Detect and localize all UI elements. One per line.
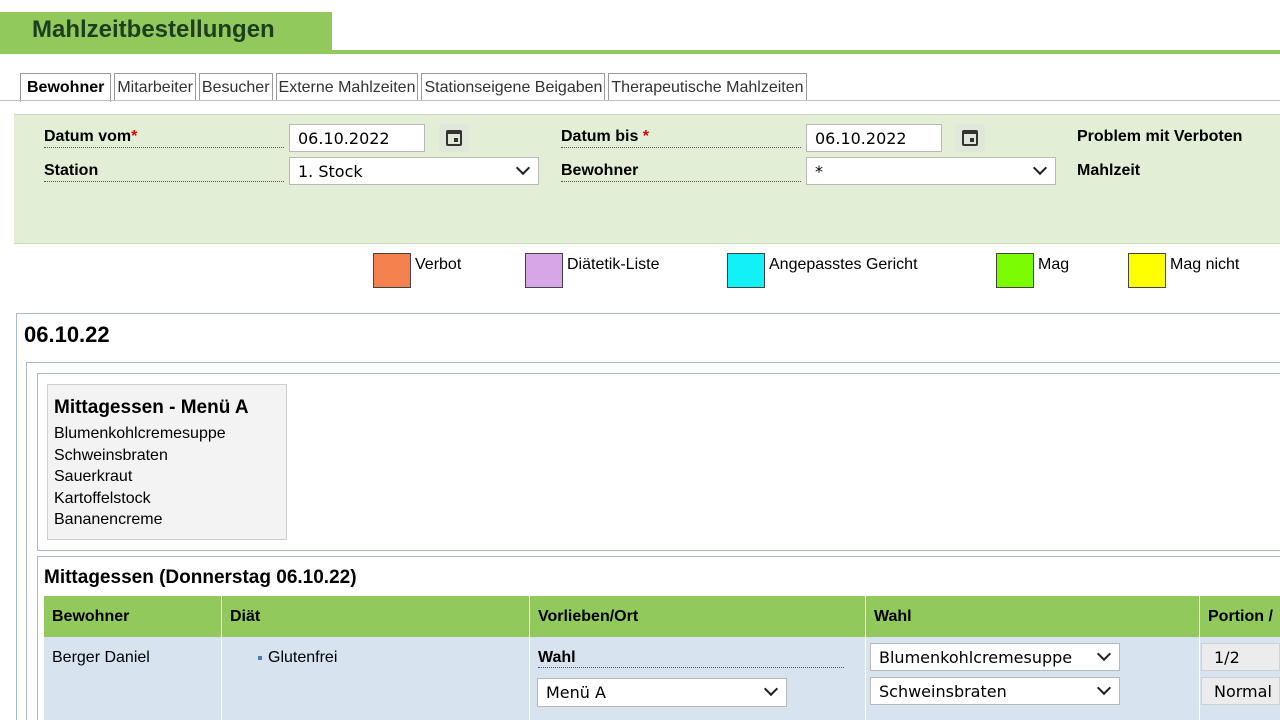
date-from-input[interactable]: 06.10.2022	[289, 124, 425, 152]
date-heading: 06.10.22	[24, 322, 110, 347]
choice-select-1[interactable]: Blumenkohlcremesuppe	[870, 643, 1120, 671]
legend-label: Angepasstes Gericht	[769, 256, 918, 273]
tab-bewohner[interactable]: Bewohner	[20, 73, 112, 102]
menu-card: Mittagessen - Menü A Blumenkohlcremesupp…	[47, 384, 287, 540]
legend-label: Diätetik-Liste	[567, 256, 660, 273]
menu-item: Blumenkohlcremesuppe	[54, 425, 226, 442]
date-to-label: Datum bis *	[561, 128, 801, 148]
tab-besucher[interactable]: Besucher	[198, 73, 273, 100]
choice-select-2[interactable]: Schweinsbraten	[870, 677, 1120, 705]
legend-swatch	[1128, 253, 1166, 288]
tab-externe-mahlzeiten[interactable]: Externe Mahlzeiten	[275, 73, 419, 100]
menu-card-title: Mittagessen - Menü A	[54, 397, 249, 418]
column-header-portion[interactable]: Portion /	[1200, 596, 1280, 637]
resident-name: Berger Daniel	[52, 649, 150, 666]
choice-select-value: Schweinsbraten	[879, 682, 1007, 701]
chevron-down-icon	[1096, 646, 1112, 662]
station-label: Station	[44, 162, 284, 182]
preference-select[interactable]: Menü A	[537, 678, 787, 707]
station-select[interactable]: 1. Stock	[289, 157, 539, 185]
calendar-icon	[962, 130, 978, 146]
page-title-tab: Mahlzeitbestellungen	[0, 12, 332, 54]
preference-select-value: Menü A	[546, 683, 606, 702]
title-underline	[332, 50, 1280, 54]
portion-button-2[interactable]: Normal	[1201, 677, 1280, 705]
station-select-value: 1. Stock	[298, 162, 363, 181]
legend-diaetetik: Diätetik-Liste	[525, 253, 659, 288]
legend-swatch	[373, 253, 411, 288]
portion-button-1[interactable]: 1/2	[1201, 643, 1280, 671]
chevron-down-icon	[515, 160, 531, 176]
menu-item: Bananencreme	[54, 511, 163, 528]
chevron-down-icon	[763, 681, 779, 697]
legend-label: Mag nicht	[1170, 256, 1240, 273]
legend-verbot: Verbot	[373, 253, 461, 288]
problem-label: Problem mit Verboten	[1077, 128, 1243, 145]
menu-item: Schweinsbraten	[54, 446, 168, 464]
chevron-down-icon	[1096, 680, 1112, 696]
legend-swatch	[996, 253, 1034, 288]
column-header-wahl[interactable]: Wahl	[866, 596, 1200, 637]
bullet-icon	[258, 655, 262, 660]
choice-select-value: Blumenkohlcremesuppe	[879, 648, 1073, 667]
legend-swatch	[727, 253, 765, 288]
tab-therapeutische-mahlzeiten[interactable]: Therapeutische Mahlzeiten	[608, 73, 807, 100]
cell-diet: Glutenfrei	[222, 637, 530, 720]
legend-label: Verbot	[415, 256, 462, 273]
menu-item: Kartoffelstock	[54, 489, 151, 507]
legend-mag: Mag	[996, 253, 1069, 288]
date-to-input[interactable]: 06.10.2022	[806, 124, 942, 152]
cell-resident: Berger Daniel	[44, 637, 222, 720]
preference-label: Wahl	[538, 649, 844, 668]
column-header-vorlieben[interactable]: Vorlieben/Ort	[530, 596, 866, 637]
legend-angepasst: Angepasstes Gericht	[727, 253, 918, 288]
column-header-bewohner[interactable]: Bewohner	[44, 596, 222, 637]
date-to-calendar-button[interactable]	[955, 124, 985, 152]
date-from-label: Datum vom*	[44, 128, 284, 148]
tab-stationseigene-beigaben[interactable]: Stationseigene Beigaben	[421, 73, 606, 100]
menu-item: Sauerkraut	[54, 468, 133, 485]
section-title: Mittagessen (Donnerstag 06.10.22)	[44, 567, 357, 588]
calendar-icon	[446, 130, 462, 146]
legend-label: Mag	[1038, 256, 1070, 273]
resident-select-value: *	[815, 162, 823, 181]
legend-swatch	[525, 253, 563, 288]
resident-select[interactable]: *	[806, 157, 1056, 185]
tab-bar-divider	[0, 100, 1280, 101]
legend-mag-nicht: Mag nicht	[1128, 253, 1239, 288]
date-from-calendar-button[interactable]	[439, 124, 469, 152]
table-header: Bewohner Diät Vorlieben/Ort Wahl Portion…	[44, 596, 1280, 637]
chevron-down-icon	[1032, 160, 1048, 176]
meal-label: Mahlzeit	[1077, 162, 1141, 179]
column-header-diaet[interactable]: Diät	[222, 596, 530, 637]
diet-item: Glutenfrei	[268, 649, 338, 666]
tab-mitarbeiter[interactable]: Mitarbeiter	[114, 73, 196, 100]
page-title: Mahlzeitbestellungen	[32, 16, 275, 43]
tab-bar: Bewohner Mitarbeiter Besucher Externe Ma…	[20, 73, 810, 102]
resident-label: Bewohner	[561, 162, 801, 182]
